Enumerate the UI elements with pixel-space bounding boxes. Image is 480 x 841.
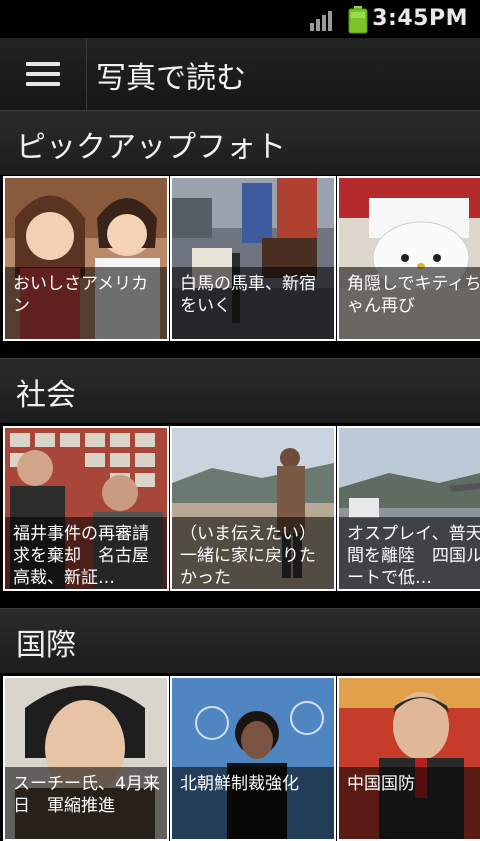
photo-caption: 福井事件の再審請求を棄却 名古屋高裁、新証… [5,517,167,589]
photo-tile[interactable]: 中国国防 [337,676,480,841]
photo-grid-society: 福井事件の再審請求を棄却 名古屋高裁、新証… （いま伝えたい）一緒に家に戻りたか… [0,426,480,591]
photo-caption: 北朝鮮制裁強化 [172,767,334,839]
photo-caption: 角隠しでキティちゃん再び [339,267,480,339]
photo-caption: スーチー氏、4月来日 軍縮推進 [5,767,167,839]
photo-tile[interactable]: オスプレイ、普天間を離陸 四国ルートで低… [337,426,480,591]
battery-icon [348,6,368,34]
section-header-pickup[interactable]: ピックアップフォト [0,110,480,175]
page-title: 写真で読む [96,61,246,96]
photo-tile[interactable]: 角隠しでキティちゃん再び [337,176,480,341]
section-header-society[interactable]: 社会 [0,358,480,423]
photo-caption: 中国国防 [339,767,480,839]
section-label: 国際 [16,628,76,663]
photo-tile[interactable]: 北朝鮮制裁強化 [170,676,336,841]
section-divider [0,344,480,358]
status-bar: 3:45PM [0,0,480,38]
photo-tile[interactable]: スーチー氏、4月来日 軍縮推進 [3,676,169,841]
photo-caption: おいしさアメリカン [5,267,167,339]
section-divider [0,594,480,608]
section-header-international[interactable]: 国際 [0,608,480,673]
signal-icon [310,11,332,31]
status-time: 3:45PM [372,6,468,31]
section-label: ピックアップフォト [16,130,286,165]
section-label: 社会 [16,378,76,413]
photo-tile[interactable]: 福井事件の再審請求を棄却 名古屋高裁、新証… [3,426,169,591]
photo-tile[interactable]: おいしさアメリカン [3,176,169,341]
photo-grid-international: スーチー氏、4月来日 軍縮推進 北朝鮮制裁強化 中国国防 [0,676,480,841]
photo-caption: （いま伝えたい）一緒に家に戻りたかった [172,517,334,589]
menu-button[interactable] [0,38,87,110]
photo-caption: オスプレイ、普天間を離陸 四国ルートで低… [339,517,480,589]
photo-grid-pickup: おいしさアメリカン 白馬の馬車、新宿をいく 角隠しでキティちゃん再び [0,176,480,341]
photo-caption: 白馬の馬車、新宿をいく [172,267,334,339]
photo-tile[interactable]: 白馬の馬車、新宿をいく [170,176,336,341]
photo-tile[interactable]: （いま伝えたい）一緒に家に戻りたかった [170,426,336,591]
app-bar: 写真で読む [0,38,480,111]
